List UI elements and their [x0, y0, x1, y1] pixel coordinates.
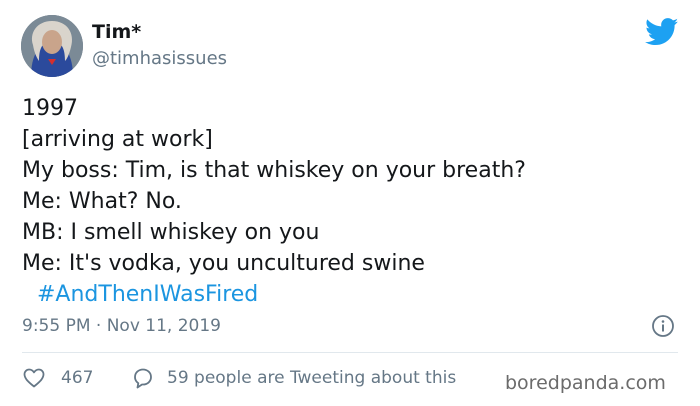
tweet-body: 1997 [arriving at work] My boss: Tim, is… — [22, 93, 682, 310]
avatar-image — [21, 15, 83, 77]
tweet-line: My boss: Tim, is that whiskey on your br… — [22, 158, 526, 183]
tweet-line: Me: What? No. — [22, 189, 182, 214]
tweet-line: 1997 — [22, 96, 78, 121]
tweet-timestamp[interactable]: 9:55 PM · Nov 11, 2019 — [22, 314, 221, 338]
tweet-line: MB: I smell whiskey on you — [22, 220, 320, 245]
hashtag-link[interactable]: #AndThenIWasFired — [22, 279, 682, 310]
author-handle[interactable]: @timhasissues — [92, 47, 227, 71]
watermark: boredpanda.com — [505, 370, 666, 396]
author-name[interactable]: Tim* — [92, 20, 141, 44]
like-count[interactable]: 467 — [61, 366, 93, 390]
author-avatar[interactable] — [21, 15, 83, 77]
tweeting-about-this-link[interactable]: 59 people are Tweeting about this — [167, 366, 456, 390]
divider — [22, 352, 678, 353]
reply-bubble-icon[interactable] — [131, 366, 155, 390]
tweet-line: [arriving at work] — [22, 127, 213, 152]
info-icon[interactable] — [651, 314, 675, 338]
tweet-line: Me: It's vodka, you uncultured swine — [22, 251, 425, 276]
twitter-bird-icon[interactable] — [645, 18, 679, 46]
heart-icon[interactable] — [22, 366, 46, 390]
